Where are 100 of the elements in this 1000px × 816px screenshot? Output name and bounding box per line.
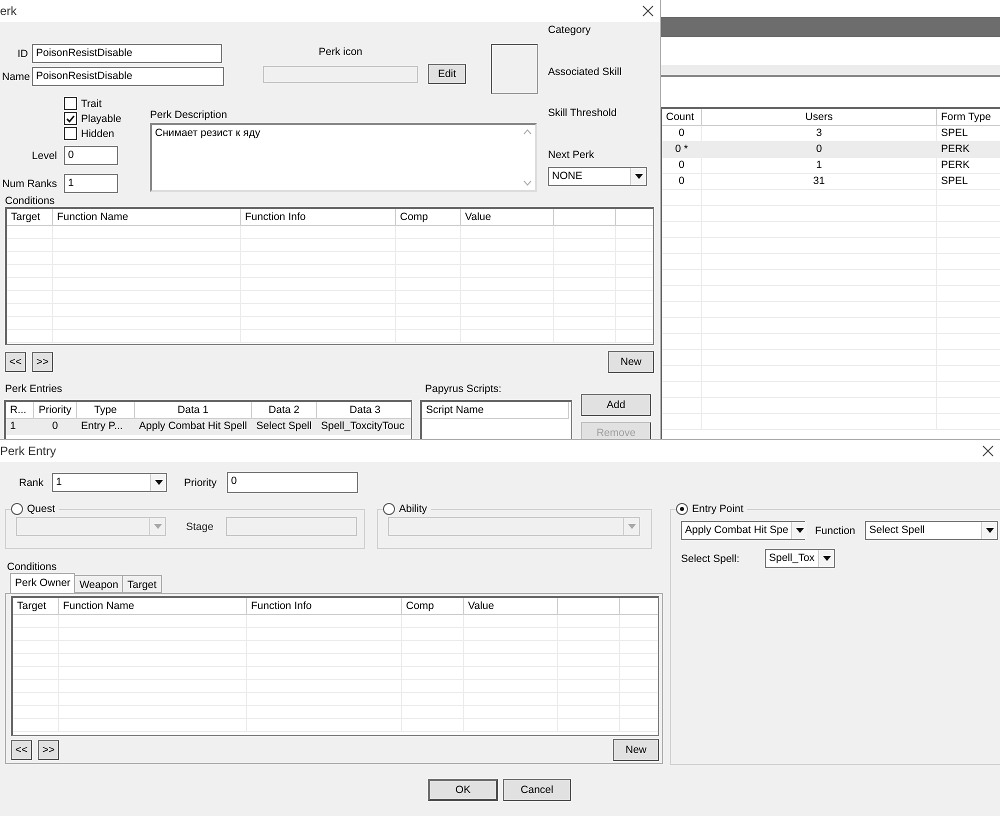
column-header[interactable]: Value xyxy=(461,209,554,226)
entry-point-dropdown[interactable]: Apply Combat Hit Spe xyxy=(681,521,805,540)
stage-field[interactable] xyxy=(226,517,357,536)
new-button[interactable]: New xyxy=(608,351,654,373)
caret-icon xyxy=(822,556,830,561)
section-label: Conditions xyxy=(6,561,58,573)
id-field[interactable]: PoisonResistDisable xyxy=(32,44,222,63)
new-button[interactable]: New xyxy=(613,739,659,761)
cancel-button[interactable]: Cancel xyxy=(503,779,571,801)
table-cell xyxy=(396,330,461,343)
column-header[interactable]: Function Info xyxy=(247,598,402,615)
column-header[interactable]: Comp xyxy=(396,209,461,226)
section-label: Conditions xyxy=(5,195,56,207)
spell-dropdown[interactable]: Spell_Tox xyxy=(765,549,835,568)
caret-icon xyxy=(154,480,162,485)
table-cell: 1 xyxy=(6,419,34,435)
num-ranks-field[interactable]: 1 xyxy=(64,174,118,193)
column-header[interactable]: Target xyxy=(13,598,59,615)
radio-button[interactable] xyxy=(383,503,395,515)
window-title: Perk Entry xyxy=(0,444,56,458)
field-label: Priority xyxy=(184,476,218,488)
tab[interactable]: Target xyxy=(122,575,162,593)
previous-button[interactable]: << xyxy=(11,740,32,760)
add-button[interactable]: Add xyxy=(581,394,651,416)
radio-label: Ability xyxy=(399,503,428,515)
column-header[interactable]: Data 1 xyxy=(135,402,252,419)
column-header[interactable]: Priority xyxy=(34,402,77,419)
caret-icon xyxy=(986,528,994,533)
radio-button[interactable] xyxy=(11,503,23,515)
radio-label: Entry Point xyxy=(692,503,744,515)
icon-preview xyxy=(491,44,538,94)
section-label: Perk Entries xyxy=(4,383,64,395)
column-header[interactable]: Comp xyxy=(402,598,464,615)
ok-button[interactable]: OK xyxy=(428,779,498,801)
next-button[interactable]: >> xyxy=(32,352,53,372)
table-row[interactable]: 0 3 SPEL xyxy=(662,126,1000,142)
table-row[interactable]: 1 0 Entry P... Apply Combat Hit Spell Select Spell Spell_ToxcityTouc xyxy=(6,419,411,435)
caret-icon xyxy=(796,528,804,533)
function-dropdown[interactable]: Select Spell xyxy=(865,521,998,540)
table-cell xyxy=(13,719,59,732)
table-row[interactable]: 0 31 SPEL xyxy=(662,174,1000,190)
level-field[interactable]: 0 xyxy=(64,146,118,165)
checkbox[interactable] xyxy=(64,112,77,125)
column-header[interactable]: Type xyxy=(77,402,135,419)
column-header[interactable]: Target xyxy=(7,209,53,226)
previous-button[interactable]: << xyxy=(5,352,26,372)
window-title: erk xyxy=(0,4,17,18)
column-header[interactable]: Data 2 xyxy=(252,402,317,419)
column-header[interactable]: Script Name xyxy=(422,402,569,419)
table-cell: Select Spell xyxy=(252,419,317,435)
tab[interactable]: Perk Owner xyxy=(10,573,76,593)
table-row[interactable]: 0 * 0 PERK xyxy=(662,142,1000,158)
close-icon[interactable] xyxy=(642,5,654,17)
table-cell: Entry P... xyxy=(77,419,135,435)
edit-button[interactable]: Edit xyxy=(428,64,466,84)
table-cell xyxy=(7,330,53,343)
table-cell: Apply Combat Hit Spell xyxy=(135,419,252,435)
field-label: Stage xyxy=(186,520,214,532)
column-header[interactable]: Value xyxy=(464,598,558,615)
column-header[interactable]: Users xyxy=(702,109,937,126)
radio-label: Quest xyxy=(27,503,56,515)
field-label: Perk icon xyxy=(318,46,364,58)
priority-field[interactable]: 0 xyxy=(227,472,358,493)
icon-path-field[interactable] xyxy=(263,66,418,82)
field-label: Perk Description xyxy=(150,109,228,121)
checkbox-label: Hidden xyxy=(81,128,114,140)
checkbox-label: Playable xyxy=(81,112,122,124)
checkbox-label: Trait xyxy=(81,98,102,110)
field-label: Associated Skill xyxy=(548,66,623,80)
checkbox[interactable] xyxy=(64,127,77,140)
field-label: Select Spell: xyxy=(681,552,740,564)
column-header[interactable]: Count xyxy=(662,109,702,126)
next-perk-dropdown[interactable]: NONE xyxy=(548,166,647,186)
column-header[interactable]: Function Name xyxy=(53,209,241,226)
checkbox[interactable] xyxy=(64,97,77,110)
rank-dropdown[interactable]: 1 xyxy=(52,473,167,492)
radio-button[interactable] xyxy=(676,503,688,515)
field-label: Name xyxy=(0,70,30,82)
field-label: Num Ranks xyxy=(1,178,57,190)
tab[interactable]: Weapon xyxy=(74,575,124,593)
name-field[interactable]: PoisonResistDisable xyxy=(32,67,224,86)
column-header[interactable]: R... xyxy=(6,402,34,419)
field-label: Level xyxy=(30,150,57,162)
field-label: Next Perk xyxy=(548,148,596,162)
table-cell: 0 xyxy=(34,419,77,435)
close-icon[interactable] xyxy=(982,445,994,457)
field-label: Category xyxy=(548,24,592,38)
table-row[interactable]: 0 1 PERK xyxy=(662,158,1000,174)
field-label: Rank xyxy=(19,476,45,488)
caret-icon xyxy=(628,524,636,529)
field-label: ID xyxy=(16,48,28,60)
table-cell xyxy=(554,330,616,343)
column-header[interactable]: Function Info xyxy=(241,209,396,226)
next-button[interactable]: >> xyxy=(38,740,59,760)
column-header[interactable]: Function Name xyxy=(59,598,247,615)
caret-icon xyxy=(154,524,162,529)
field-label: Skill Threshold xyxy=(548,107,618,121)
caret-icon xyxy=(634,174,642,178)
section-label: Papyrus Scripts: xyxy=(424,383,502,395)
field-label: Function xyxy=(815,524,856,536)
